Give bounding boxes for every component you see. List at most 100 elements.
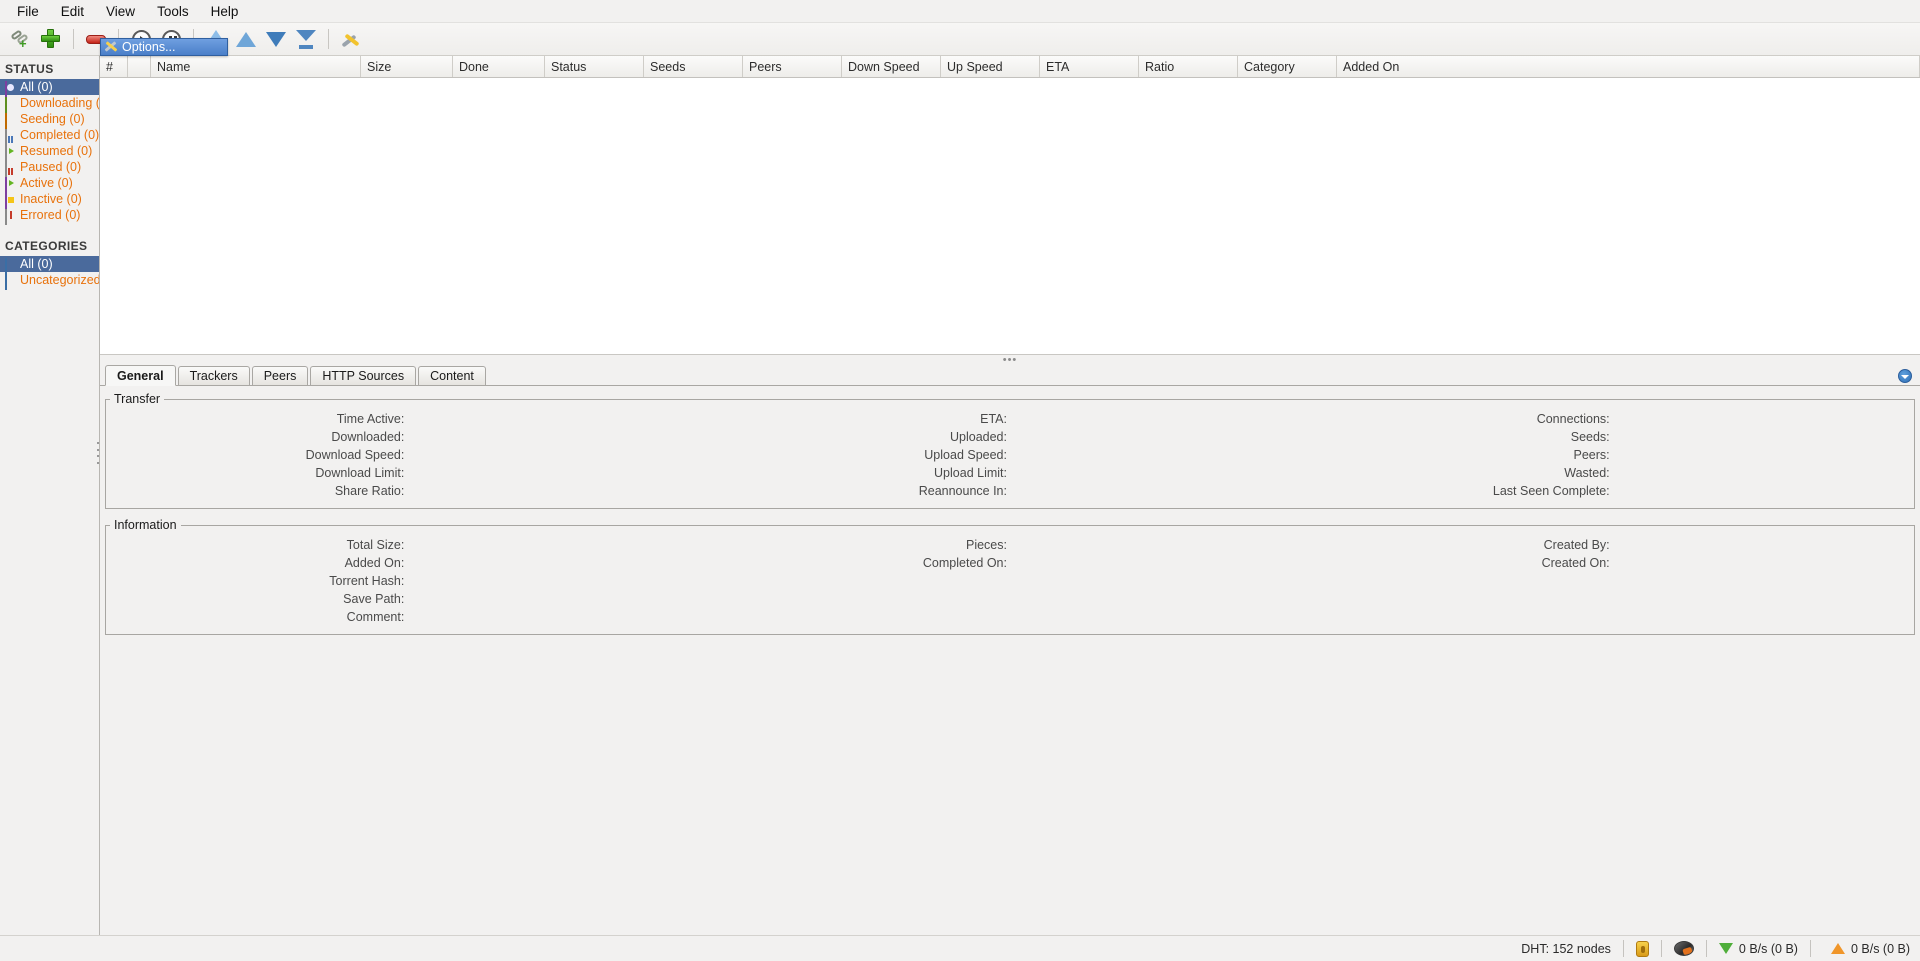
upload-arrow-icon (1830, 943, 1845, 954)
sidebar-status-all[interactable]: All (0) (0, 79, 99, 97)
wrench-icon (340, 29, 362, 49)
tab-trackers-label: Trackers (189, 369, 238, 383)
options-button[interactable] (336, 25, 366, 53)
sidebar-category-uncategorized[interactable]: Uncategorized (0) (0, 272, 99, 290)
sidebar-status-active[interactable]: Active (0) (0, 175, 99, 193)
column-header--[interactable]: # (100, 56, 128, 77)
toolbar-separator-1 (73, 29, 74, 49)
torrent-table-header: # Name Size Done Status Seeds Peers Down Speed U… (100, 56, 1920, 78)
column-header-icon[interactable] (128, 56, 151, 77)
field-peers-label: Peers: (1573, 448, 1610, 462)
column-header-done[interactable]: Done (453, 56, 545, 77)
tab-peers[interactable]: Peers (251, 366, 309, 385)
tab-trackers[interactable]: Trackers (177, 366, 250, 385)
sidebar-category-all[interactable]: All (0) (0, 256, 99, 274)
field-connections-label: Connections: (1536, 412, 1610, 426)
column-header-status[interactable]: Status (545, 56, 644, 77)
sidebar-status-downloading-label: Downloading (0) (20, 96, 99, 110)
status-bar: DHT: 152 nodes 0 B/s (0 B) 0 B/s (0 B) (0, 935, 1920, 961)
transfer-grid-column-1: Time Active: Downloaded: Download Speed: Do… (106, 410, 709, 500)
column-header-seeds[interactable]: Seeds (644, 56, 743, 77)
sidebar-status-downloading[interactable]: Downloading (0) (0, 95, 99, 113)
sidebar-status-seeding-label: Seeding (0) (20, 112, 85, 126)
field-created-on-label: Created On: (1541, 556, 1610, 570)
field-last-seen-complete-label: Last Seen Complete: (1492, 484, 1610, 498)
column-header-up-speed[interactable]: Up Speed (941, 56, 1040, 77)
upload-speed-status[interactable]: 0 B/s (0 B) (1823, 942, 1910, 956)
menu-edit[interactable]: Edit (50, 1, 95, 22)
field-total-size-label: Total Size: (346, 538, 405, 552)
sidebar-status-seeding[interactable]: Seeding (0) (0, 111, 99, 129)
qbittorrent-window: File Edit View Tools Help + Options... S… (0, 0, 1920, 961)
transfer-grid-column-2: ETA: Uploaded: Upload Speed: Upload Limit: R… (709, 410, 1312, 500)
field-eta: ETA: (709, 410, 1312, 428)
menu-tools[interactable]: Tools (146, 1, 200, 22)
menu-view[interactable]: View (95, 1, 146, 22)
options-menu-item[interactable]: Options... (100, 38, 228, 56)
field-pieces-label: Pieces: (965, 538, 1007, 552)
filter-button[interactable] (291, 25, 321, 53)
field-eta-label: ETA: (980, 412, 1007, 426)
tab-http-sources[interactable]: HTTP Sources (310, 366, 417, 385)
panel-splitter[interactable]: ••• (100, 354, 1920, 365)
field-seeds-label: Seeds: (1570, 430, 1610, 444)
field-last-seen-complete: Last Seen Complete: (1311, 482, 1914, 500)
sidebar-status-errored[interactable]: Errored (0) (0, 207, 99, 225)
sidebar-status-paused[interactable]: Paused (0) (0, 159, 99, 177)
field-reannounce-in-label: Reannounce In: (918, 484, 1007, 498)
torrent-table-body[interactable] (100, 78, 1920, 355)
menu-bar: File Edit View Tools Help (0, 0, 1920, 23)
download-speed-status[interactable]: 0 B/s (0 B) (1718, 942, 1798, 956)
transfer-group-legend: Transfer (114, 392, 161, 406)
transfer-fields: Time Active: Downloaded: Download Speed: Do… (106, 410, 1914, 500)
sidebar-status-errored-label: Errored (0) (20, 208, 81, 222)
field-total-size: Total Size: (106, 536, 709, 554)
tab-general[interactable]: General (105, 365, 176, 386)
paused-icon (5, 160, 16, 177)
main-panel: # Name Size Done Status Seeds Peers Down Speed U… (97, 56, 1920, 935)
filter-funnel-icon (295, 29, 317, 49)
field-torrent-hash-label: Torrent Hash: (329, 574, 405, 588)
collapse-details-button[interactable] (1898, 369, 1912, 383)
field-upload-limit: Upload Limit: (709, 464, 1312, 482)
folder-icon (5, 273, 16, 290)
details-drag-handle[interactable] (97, 442, 101, 464)
column-header-peers[interactable]: Peers (743, 56, 842, 77)
add-torrent-file-button[interactable] (36, 25, 66, 53)
transfer-grid-column-3: Connections: Seeds: Peers: Wasted: Last Seen… (1311, 410, 1914, 500)
tab-content[interactable]: Content (418, 366, 486, 385)
field-reannounce-in: Reannounce In: (709, 482, 1312, 500)
sidebar: STATUS All (0) Downloading (0) Seeding (… (0, 56, 100, 935)
menu-help[interactable]: Help (200, 1, 250, 22)
column-header-eta[interactable]: ETA (1040, 56, 1139, 77)
add-torrent-link-button[interactable]: + (6, 25, 36, 53)
column-header-size[interactable]: Size (361, 56, 453, 77)
tab-content-label: Content (430, 369, 474, 383)
menu-file[interactable]: File (6, 1, 50, 22)
status-separator-1 (1622, 940, 1624, 957)
column-header-added-on[interactable]: Added On (1337, 56, 1920, 77)
alt-speed-limits-button[interactable] (1635, 940, 1649, 957)
field-save-path: Save Path: (106, 590, 709, 608)
tab-http-sources-label: HTTP Sources (322, 369, 405, 383)
column-header-ratio[interactable]: Ratio (1139, 56, 1238, 77)
column-header-name[interactable]: Name (151, 56, 361, 77)
column-header-category[interactable]: Category (1238, 56, 1337, 77)
column-header-down-speed[interactable]: Down Speed (842, 56, 941, 77)
lock-icon (1635, 940, 1649, 957)
field-pieces: Pieces: (709, 536, 1312, 554)
triangle-up-icon (236, 31, 256, 47)
field-upload-speed-label: Upload Speed: (924, 448, 1007, 462)
connection-status-button[interactable] (1673, 941, 1694, 956)
move-down-button[interactable] (261, 25, 291, 53)
sidebar-status-inactive[interactable]: Inactive (0) (0, 191, 99, 209)
sidebar-status-resumed[interactable]: Resumed (0) (0, 143, 99, 161)
details-tabstrip: General Trackers Peers HTTP Sources Cont… (100, 364, 1920, 386)
sidebar-status-completed[interactable]: Completed (0) (0, 127, 99, 145)
seeding-icon (5, 112, 16, 129)
move-up-button[interactable] (231, 25, 261, 53)
field-downloaded-label: Downloaded: (331, 430, 405, 444)
field-added-on-label: Added On: (344, 556, 405, 570)
field-time-active: Time Active: (106, 410, 709, 428)
